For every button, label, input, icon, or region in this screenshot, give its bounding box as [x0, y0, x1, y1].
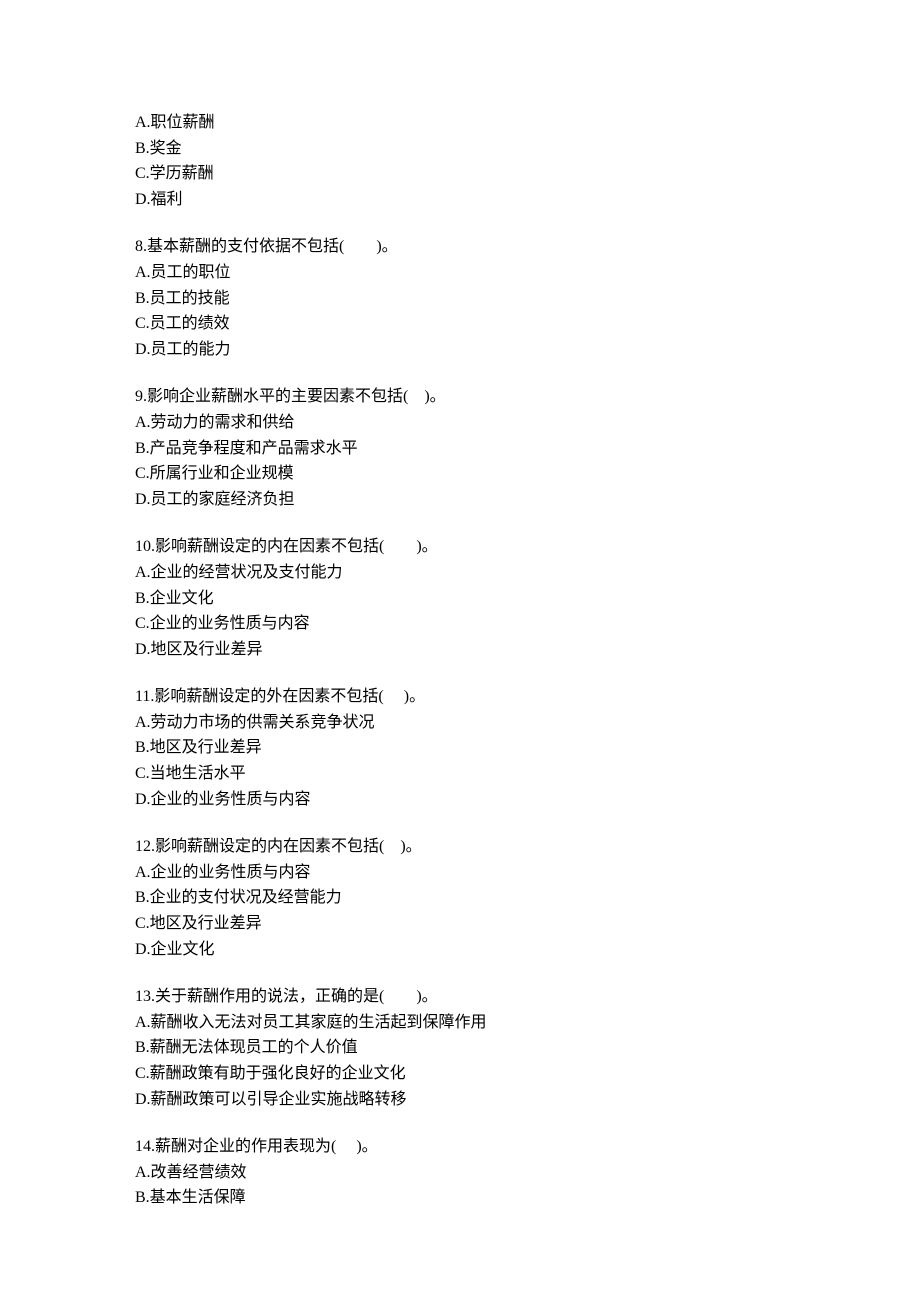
option-10d: D.地区及行业差异 — [135, 637, 785, 663]
question-8-text: 8.基本薪酬的支付依据不包括( )。 — [135, 234, 785, 260]
option-7c: C.学历薪酬 — [135, 161, 785, 187]
option-11d: D.企业的业务性质与内容 — [135, 787, 785, 813]
option-12b: B.企业的支付状况及经营能力 — [135, 885, 785, 911]
question-14-text: 14.薪酬对企业的作用表现为( )。 — [135, 1134, 785, 1160]
question-12: 12.影响薪酬设定的内在因素不包括( )。 A.企业的业务性质与内容 B.企业的… — [135, 834, 785, 962]
option-8a: A.员工的职位 — [135, 260, 785, 286]
option-11c: C.当地生活水平 — [135, 761, 785, 787]
option-14b: B.基本生活保障 — [135, 1185, 785, 1211]
option-8b: B.员工的技能 — [135, 286, 785, 312]
option-7a: A.职位薪酬 — [135, 110, 785, 136]
option-13b: B.薪酬无法体现员工的个人价值 — [135, 1035, 785, 1061]
question-10-text: 10.影响薪酬设定的内在因素不包括( )。 — [135, 534, 785, 560]
question-8: 8.基本薪酬的支付依据不包括( )。 A.员工的职位 B.员工的技能 C.员工的… — [135, 234, 785, 362]
option-10c: C.企业的业务性质与内容 — [135, 611, 785, 637]
question-10: 10.影响薪酬设定的内在因素不包括( )。 A.企业的经营状况及支付能力 B.企… — [135, 534, 785, 662]
option-7b: B.奖金 — [135, 136, 785, 162]
question-7-options: A.职位薪酬 B.奖金 C.学历薪酬 D.福利 — [135, 110, 785, 212]
question-12-text: 12.影响薪酬设定的内在因素不包括( )。 — [135, 834, 785, 860]
option-12d: D.企业文化 — [135, 937, 785, 963]
option-9a: A.劳动力的需求和供给 — [135, 410, 785, 436]
option-9c: C.所属行业和企业规模 — [135, 461, 785, 487]
option-12c: C.地区及行业差异 — [135, 911, 785, 937]
option-14a: A.改善经营绩效 — [135, 1160, 785, 1186]
option-10a: A.企业的经营状况及支付能力 — [135, 560, 785, 586]
option-8d: D.员工的能力 — [135, 337, 785, 363]
question-13-text: 13.关于薪酬作用的说法，正确的是( )。 — [135, 984, 785, 1010]
option-13c: C.薪酬政策有助于强化良好的企业文化 — [135, 1061, 785, 1087]
question-9: 9.影响企业薪酬水平的主要因素不包括( )。 A.劳动力的需求和供给 B.产品竞… — [135, 384, 785, 512]
question-9-text: 9.影响企业薪酬水平的主要因素不包括( )。 — [135, 384, 785, 410]
question-11: 11.影响薪酬设定的外在因素不包括( )。 A.劳动力市场的供需关系竞争状况 B… — [135, 684, 785, 812]
option-13a: A.薪酬收入无法对员工其家庭的生活起到保障作用 — [135, 1010, 785, 1036]
option-13d: D.薪酬政策可以引导企业实施战略转移 — [135, 1087, 785, 1113]
option-8c: C.员工的绩效 — [135, 311, 785, 337]
question-13: 13.关于薪酬作用的说法，正确的是( )。 A.薪酬收入无法对员工其家庭的生活起… — [135, 984, 785, 1112]
option-11b: B.地区及行业差异 — [135, 735, 785, 761]
option-10b: B.企业文化 — [135, 586, 785, 612]
option-7d: D.福利 — [135, 187, 785, 213]
option-9b: B.产品竞争程度和产品需求水平 — [135, 436, 785, 462]
option-11a: A.劳动力市场的供需关系竞争状况 — [135, 710, 785, 736]
question-14: 14.薪酬对企业的作用表现为( )。 A.改善经营绩效 B.基本生活保障 — [135, 1134, 785, 1211]
option-12a: A.企业的业务性质与内容 — [135, 860, 785, 886]
option-9d: D.员工的家庭经济负担 — [135, 487, 785, 513]
question-11-text: 11.影响薪酬设定的外在因素不包括( )。 — [135, 684, 785, 710]
